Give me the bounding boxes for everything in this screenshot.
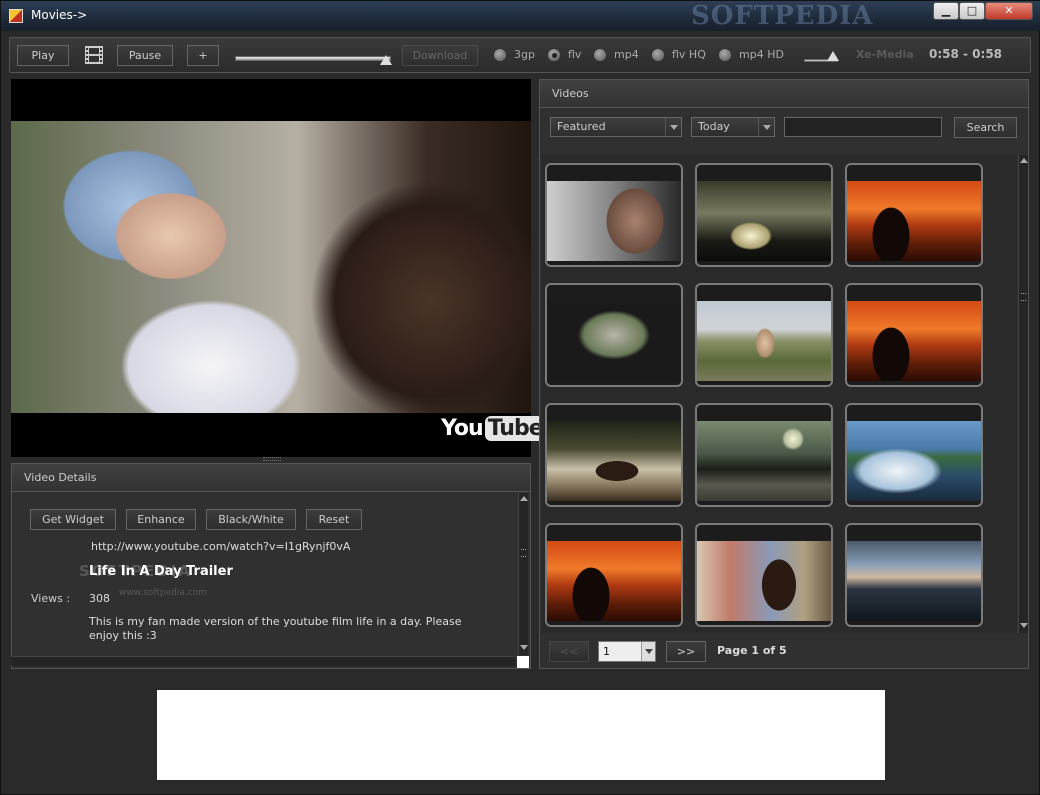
views-label: Views : <box>31 592 71 605</box>
app-icon <box>9 9 23 23</box>
film-icon[interactable] <box>83 45 105 65</box>
minimize-button[interactable]: ▁ <box>933 2 959 20</box>
views-count: 308 <box>89 592 110 605</box>
add-button[interactable]: + <box>187 45 219 66</box>
scroll-up-icon[interactable] <box>520 496 528 501</box>
period-value: Today <box>698 120 730 133</box>
thumbnail-image <box>847 301 981 381</box>
page-value: 1 <box>603 645 610 658</box>
brand-label: Xe-Media <box>856 48 914 61</box>
details-hscrollbar[interactable] <box>11 656 515 666</box>
youtube-logo-tube: Tube <box>484 416 546 441</box>
format-radio-mp4[interactable] <box>593 48 607 62</box>
video-thumbnail[interactable] <box>545 163 683 267</box>
thumbnail-image <box>697 541 831 621</box>
video-frame <box>11 121 531 413</box>
scroll-grip-icon[interactable] <box>521 549 526 557</box>
app-window: Movies-> SOFTPEDIA ▁ □ ✕ Play Pause + Do… <box>0 0 1040 795</box>
video-url[interactable]: http://www.youtube.com/watch?v=I1gRynjf0… <box>91 540 350 553</box>
chevron-down-icon[interactable] <box>641 642 655 661</box>
panel-splitter[interactable] <box>263 457 281 461</box>
pause-button[interactable]: Pause <box>117 45 173 66</box>
details-scrollbar[interactable] <box>518 493 528 655</box>
details-watermark-url: www.softpedia.com <box>119 588 207 598</box>
thumbnail-image <box>847 421 981 501</box>
thumbnail-image <box>847 181 981 261</box>
scroll-grip-icon[interactable] <box>1021 293 1026 301</box>
format-label-mp4: mp4 <box>614 48 639 61</box>
thumbnail-image <box>697 301 831 381</box>
format-label-mp4-hd: mp4 HD <box>739 48 784 61</box>
format-label-flv-hq: flv HQ <box>672 48 706 61</box>
format-label-3gp: 3gp <box>514 48 535 61</box>
chevron-down-icon[interactable] <box>665 118 681 136</box>
download-button[interactable]: Download <box>402 45 478 66</box>
progress-handle[interactable] <box>380 55 393 65</box>
search-input[interactable] <box>784 117 942 137</box>
videos-header: Videos <box>540 80 1028 108</box>
video-player[interactable] <box>11 79 531 457</box>
category-select[interactable]: Featured <box>550 117 682 137</box>
thumbnail-image <box>697 181 831 261</box>
thumbnail-image <box>547 181 681 261</box>
video-thumbnail[interactable] <box>545 403 683 507</box>
thumbnail-image <box>697 421 831 501</box>
video-thumbnail[interactable] <box>695 163 833 267</box>
details-header: Video Details <box>12 464 530 492</box>
video-thumbnail[interactable] <box>545 283 683 387</box>
scroll-up-icon[interactable] <box>1020 158 1028 163</box>
prev-page-button[interactable]: << <box>549 641 589 662</box>
enhance-button[interactable]: Enhance <box>126 509 196 530</box>
window-title: Movies-> <box>31 8 88 22</box>
time-readout: 0:58 - 0:58 <box>929 47 1003 61</box>
watermark: SOFTPEDIA <box>691 1 874 31</box>
ad-banner[interactable] <box>157 690 885 780</box>
format-radio-flv[interactable] <box>547 48 561 62</box>
video-thumbnail[interactable] <box>695 283 833 387</box>
maximize-button[interactable]: □ <box>959 2 985 20</box>
youtube-logo: You Tube <box>441 416 546 441</box>
video-thumbnail[interactable] <box>845 163 983 267</box>
reset-button[interactable]: Reset <box>306 509 362 530</box>
thumbnail-image <box>847 541 981 621</box>
scroll-corner <box>517 656 529 668</box>
progress-slider[interactable] <box>235 56 391 61</box>
format-label-flv: flv <box>568 48 582 61</box>
close-button[interactable]: ✕ <box>985 2 1033 20</box>
search-button[interactable]: Search <box>954 117 1017 138</box>
scroll-down-icon[interactable] <box>520 645 528 650</box>
page-select[interactable]: 1 <box>598 641 656 662</box>
videos-scrollbar[interactable] <box>1018 155 1028 633</box>
video-description: This is my fan made version of the youtu… <box>89 615 462 642</box>
format-radio-3gp[interactable] <box>493 48 507 62</box>
video-title: Life In A Day Trailer <box>89 564 233 579</box>
scroll-down-icon[interactable] <box>1020 623 1028 628</box>
thumbnail-image <box>547 301 681 381</box>
chevron-down-icon[interactable] <box>758 118 774 136</box>
black-white-button[interactable]: Black/White <box>206 509 296 530</box>
volume-handle[interactable] <box>826 51 839 61</box>
title-bar[interactable]: Movies-> SOFTPEDIA ▁ □ ✕ <box>1 1 1040 31</box>
category-value: Featured <box>557 120 606 133</box>
video-thumbnail[interactable] <box>845 283 983 387</box>
video-thumbnail-grid <box>541 155 1017 633</box>
format-radio-flv-hq[interactable] <box>651 48 665 62</box>
youtube-logo-you: You <box>441 416 484 441</box>
video-thumbnail[interactable] <box>695 523 833 627</box>
period-select[interactable]: Today <box>691 117 775 137</box>
thumbnail-image <box>547 421 681 501</box>
video-thumbnail[interactable] <box>845 523 983 627</box>
video-thumbnail[interactable] <box>845 403 983 507</box>
video-thumbnail[interactable] <box>695 403 833 507</box>
next-page-button[interactable]: >> <box>666 641 706 662</box>
page-info: Page 1 of 5 <box>717 644 787 657</box>
thumbnail-image <box>547 541 681 621</box>
format-radio-mp4-hd[interactable] <box>718 48 732 62</box>
play-button[interactable]: Play <box>17 45 69 66</box>
video-thumbnail[interactable] <box>545 523 683 627</box>
get-widget-button[interactable]: Get Widget <box>30 509 116 530</box>
